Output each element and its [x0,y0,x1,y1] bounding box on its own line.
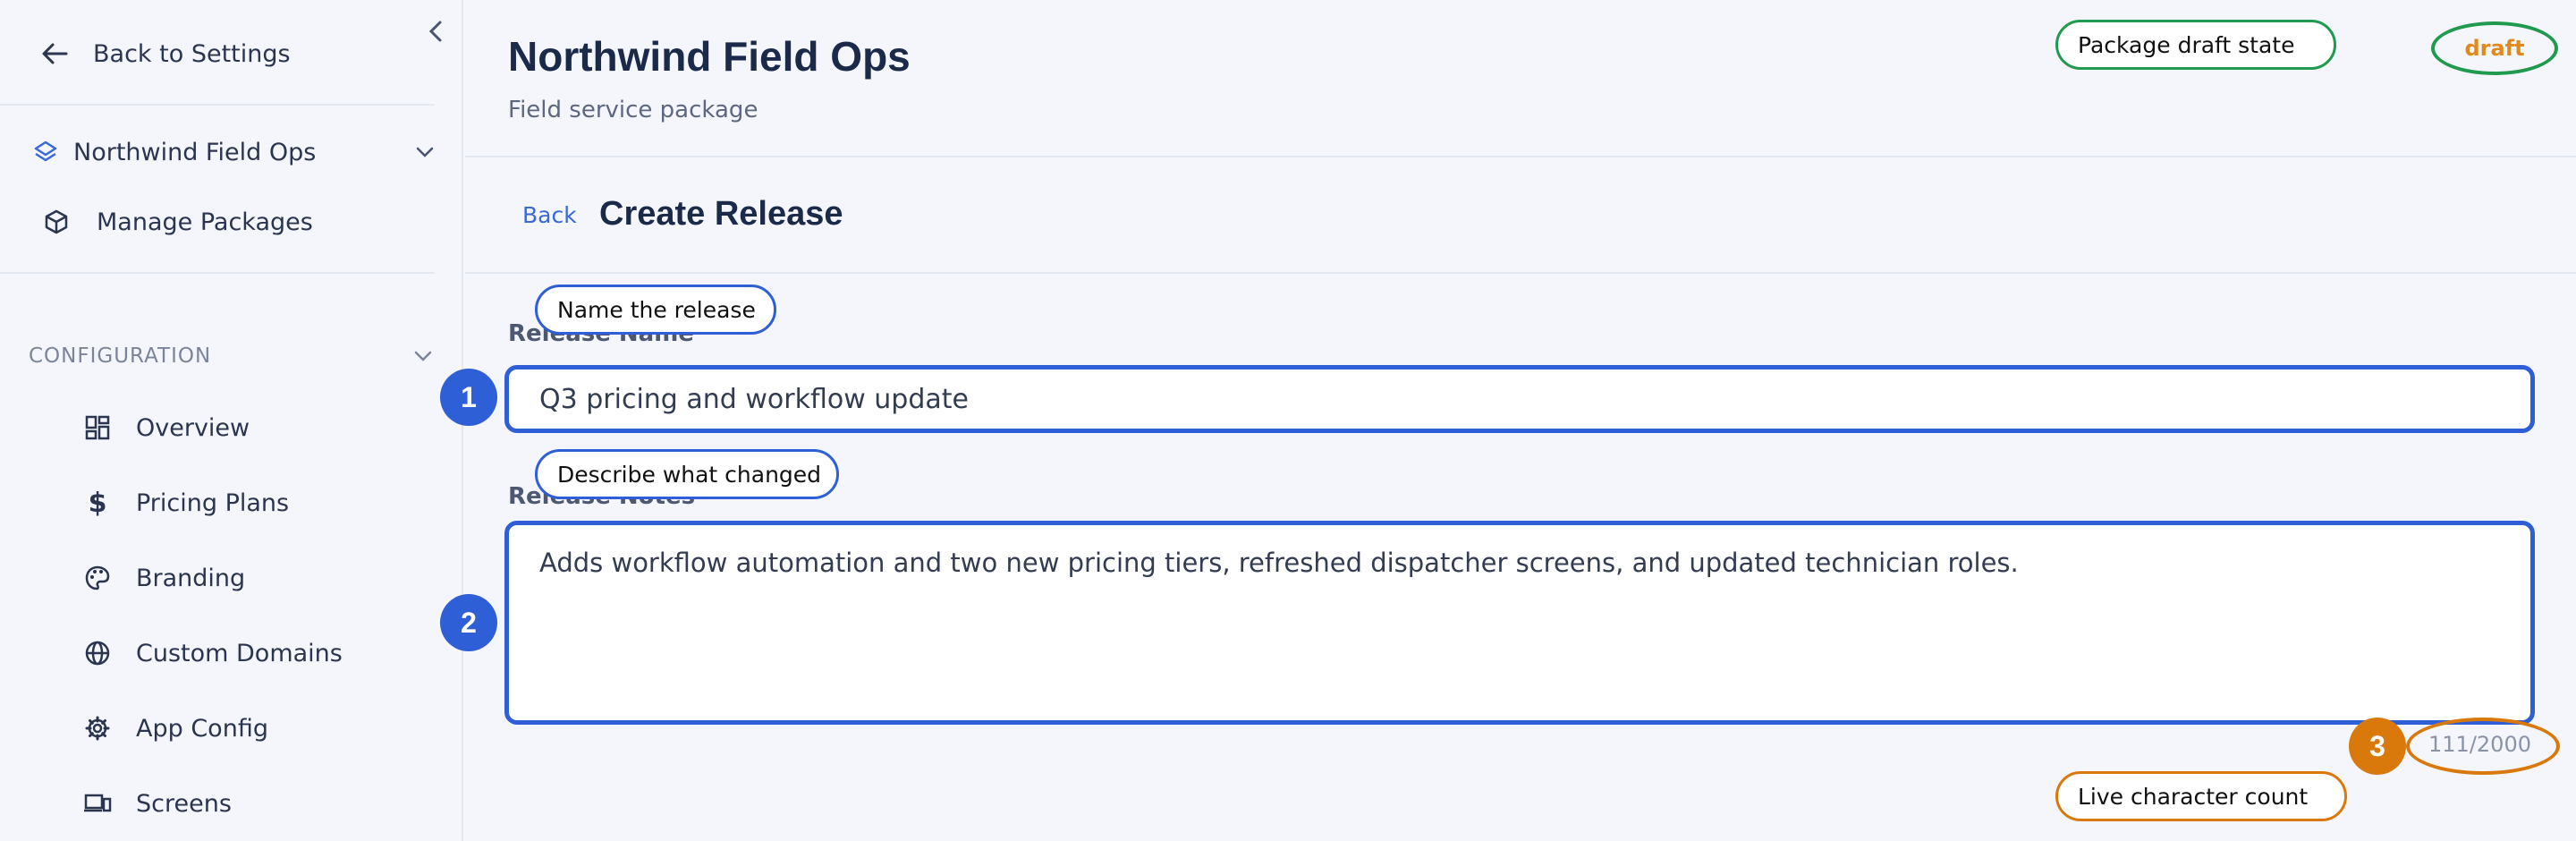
name-callout: Name the release [535,285,776,335]
section-heading: Create Release [599,195,843,233]
sidebar-item-overview[interactable]: Overview [82,404,440,451]
character-count-highlight [2406,718,2560,775]
count-callout: Live character count [2055,771,2347,821]
dashboard-icon [82,412,113,443]
notes-callout: Describe what changed [535,449,839,499]
divider [0,272,435,274]
chevron-down-icon [416,147,434,157]
step-2-marker: 2 [440,594,497,651]
sidebar: Back to Settings Northwind Field Ops Man… [0,0,463,841]
release-name-value: Q3 pricing and workflow update [539,383,969,415]
palette-icon [82,563,113,593]
release-notes-textarea[interactable]: Adds workflow automation and two new pri… [504,521,2535,725]
sidebar-item-label: Branding [136,564,246,592]
page-subtitle: Field service package [508,97,758,123]
step-1-marker: 1 [440,369,497,426]
status-badge-label: draft [2464,36,2525,61]
sidebar-item-label: Pricing Plans [136,488,290,517]
sidebar-item-label: App Config [136,714,268,743]
sidebar-item-screens[interactable]: Screens [82,780,440,827]
step-3-marker: 3 [2349,718,2406,775]
configuration-section-header[interactable]: CONFIGURATION [29,338,433,374]
sidebar-item-custom-domains[interactable]: Custom Domains [82,630,440,676]
divider [465,272,2576,274]
status-callout: Package draft state [2055,20,2336,70]
section-label: CONFIGURATION [29,344,212,368]
release-name-input[interactable]: Q3 pricing and workflow update [504,365,2535,433]
back-link[interactable]: Back [522,202,577,228]
package-icon [41,207,72,237]
sidebar-item-pricing-plans[interactable]: $ Pricing Plans [82,480,440,526]
org-name: Northwind Field Ops [73,138,317,166]
manage-packages-label: Manage Packages [97,208,313,236]
devices-icon [82,788,113,819]
sidebar-item-app-config[interactable]: App Config [82,705,440,752]
back-to-settings-link[interactable]: Back to Settings [39,32,291,75]
status-badge: draft [2431,21,2558,75]
arrow-left-icon [39,38,70,69]
dollar-icon: $ [88,487,107,519]
chevron-down-icon [414,351,432,361]
release-notes-value: Adds workflow automation and two new pri… [539,548,2019,578]
sidebar-item-label: Custom Domains [136,639,343,667]
collapse-sidebar-button[interactable] [422,16,449,47]
gear-icon [82,713,113,743]
sidebar-item-label: Screens [136,789,232,818]
manage-packages-link[interactable]: Manage Packages [41,200,313,243]
sidebar-item-branding[interactable]: Branding [82,555,440,601]
globe-icon [82,638,113,668]
sidebar-item-label: Overview [136,413,250,442]
back-to-settings-label: Back to Settings [93,39,291,68]
divider [465,156,2576,157]
page-title: Northwind Field Ops [508,33,911,80]
org-selector[interactable]: Northwind Field Ops [30,131,435,174]
divider [0,104,435,106]
chevron-left-icon [428,21,442,42]
layers-icon [30,137,61,167]
